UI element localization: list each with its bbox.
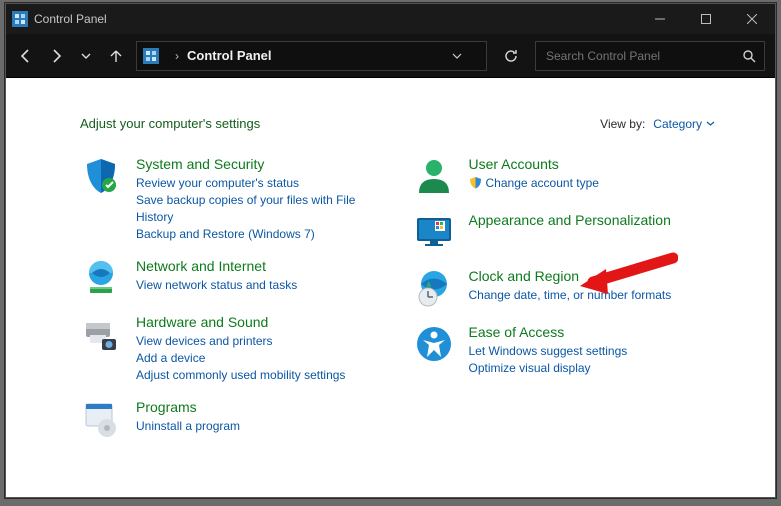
clock-globe-icon: [413, 267, 455, 309]
category-title[interactable]: Appearance and Personalization: [469, 211, 671, 229]
up-button[interactable]: [106, 46, 126, 66]
sublink[interactable]: Change account type: [469, 175, 599, 192]
category-user-accounts: User Accounts Change account type: [413, 155, 716, 197]
page-heading: Adjust your computer's settings: [80, 116, 260, 131]
accessibility-icon: [413, 323, 455, 365]
refresh-button[interactable]: [497, 41, 525, 71]
category-title[interactable]: User Accounts: [469, 155, 599, 173]
category-title[interactable]: Programs: [136, 398, 240, 416]
sublink[interactable]: Adjust commonly used mobility settings: [136, 367, 345, 384]
sublink[interactable]: Review your computer's status: [136, 175, 383, 192]
shield-icon: [80, 155, 122, 197]
sublink[interactable]: Uninstall a program: [136, 418, 240, 435]
globe-network-icon: [80, 257, 122, 299]
sublink[interactable]: Change date, time, or number formats: [469, 287, 672, 304]
chevron-down-icon: [706, 119, 715, 128]
category-programs: Programs Uninstall a program: [80, 398, 383, 440]
sublink[interactable]: Save backup copies of your files with Fi…: [136, 192, 383, 226]
sublink[interactable]: Add a device: [136, 350, 345, 367]
category-title[interactable]: System and Security: [136, 155, 383, 173]
left-column: System and Security Review your computer…: [80, 155, 383, 454]
breadcrumb-location[interactable]: Control Panel: [187, 48, 272, 63]
search-icon[interactable]: [742, 49, 756, 63]
address-dropdown-button[interactable]: [452, 51, 480, 61]
category-network-and-internet: Network and Internet View network status…: [80, 257, 383, 299]
back-button[interactable]: [16, 46, 36, 66]
category-title[interactable]: Hardware and Sound: [136, 313, 345, 331]
user-icon: [413, 155, 455, 197]
location-icon: [143, 48, 159, 64]
control-panel-icon: [12, 11, 28, 27]
window-title: Control Panel: [34, 12, 637, 26]
category-system-and-security: System and Security Review your computer…: [80, 155, 383, 243]
sublink-text: Change account type: [486, 176, 599, 190]
close-button[interactable]: [729, 4, 775, 34]
sublink[interactable]: Optimize visual display: [469, 360, 628, 377]
monitor-icon: [413, 211, 455, 253]
category-appearance-and-personalization: Appearance and Personalization: [413, 211, 716, 253]
breadcrumb-chevron-icon[interactable]: ›: [167, 49, 187, 63]
sublink[interactable]: View devices and printers: [136, 333, 345, 350]
view-by-value: Category: [653, 117, 702, 131]
category-clock-and-region: Clock and Region Change date, time, or n…: [413, 267, 716, 309]
search-input[interactable]: [544, 48, 742, 64]
category-title[interactable]: Network and Internet: [136, 257, 297, 275]
category-ease-of-access: Ease of Access Let Windows suggest setti…: [413, 323, 716, 377]
address-toolbar: › Control Panel: [6, 34, 775, 78]
category-title[interactable]: Ease of Access: [469, 323, 628, 341]
right-column: User Accounts Change account type Appear…: [413, 155, 716, 454]
control-panel-window: Control Panel › Control Panel: [5, 3, 776, 498]
titlebar: Control Panel: [6, 4, 775, 34]
address-box[interactable]: › Control Panel: [136, 41, 487, 71]
category-hardware-and-sound: Hardware and Sound View devices and prin…: [80, 313, 383, 384]
search-box[interactable]: [535, 41, 765, 71]
minimize-button[interactable]: [637, 4, 683, 34]
view-by-dropdown[interactable]: Category: [653, 117, 715, 131]
uac-shield-icon: [469, 176, 482, 189]
view-by-label: View by:: [600, 117, 645, 131]
sublink[interactable]: View network status and tasks: [136, 277, 297, 294]
category-title[interactable]: Clock and Region: [469, 267, 672, 285]
forward-button[interactable]: [46, 46, 66, 66]
recent-locations-button[interactable]: [76, 46, 96, 66]
printer-camera-icon: [80, 313, 122, 355]
view-by-group: View by: Category: [600, 117, 715, 131]
programs-icon: [80, 398, 122, 440]
sublink[interactable]: Backup and Restore (Windows 7): [136, 226, 383, 243]
maximize-button[interactable]: [683, 4, 729, 34]
content-area: Adjust your computer's settings View by:…: [6, 78, 775, 497]
sublink[interactable]: Let Windows suggest settings: [469, 343, 628, 360]
